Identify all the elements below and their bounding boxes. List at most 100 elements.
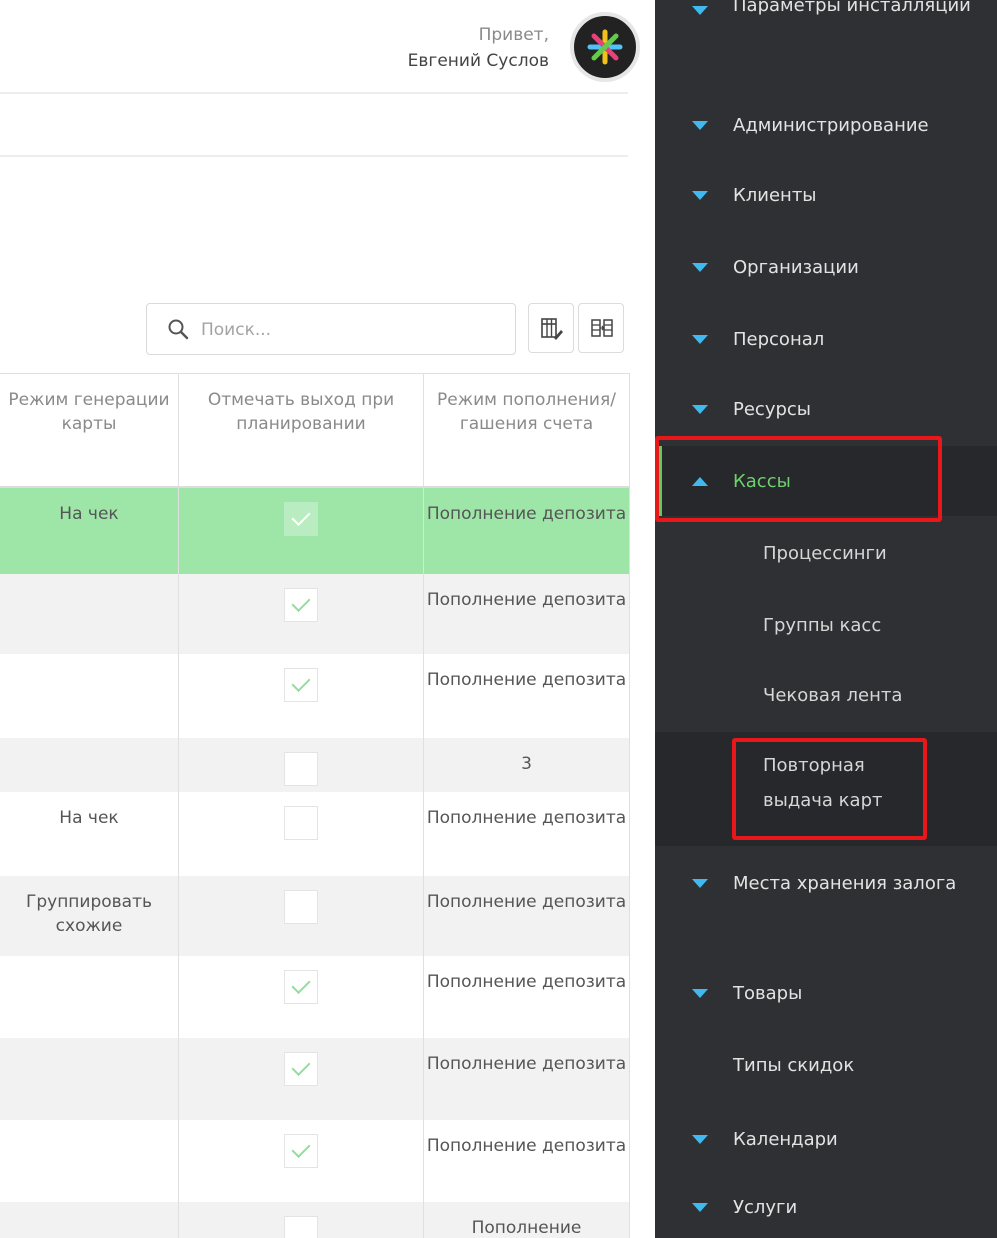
- mark-exit-cell: [178, 1202, 423, 1238]
- sidebar-item[interactable]: Организации: [655, 242, 997, 292]
- content-area: Привет, Евгений Суслов Поиск... Режим ге…: [0, 0, 655, 1238]
- table-header: Режим генерации карты Отмечать выход при…: [0, 373, 630, 488]
- greeting-text: Привет,: [478, 25, 549, 45]
- account-mode-cell: Пополнение депозита: [423, 488, 630, 574]
- highlight-kassy: [655, 436, 942, 522]
- sidebar-item[interactable]: Ресурсы: [655, 384, 997, 434]
- user-name: Евгений Суслов: [407, 51, 549, 71]
- caret-down-icon: [692, 335, 708, 344]
- checkbox-checked[interactable]: [284, 668, 318, 702]
- checkbox-unchecked[interactable]: [284, 806, 318, 840]
- table-row[interactable]: Пополнение: [0, 1202, 630, 1238]
- card-mode-cell: На чек: [59, 504, 119, 524]
- sidebar-item[interactable]: Календари: [655, 1112, 997, 1166]
- sidebar-item[interactable]: Места хранения залога: [655, 862, 997, 952]
- sidebar-item-label: Места хранения залога: [733, 873, 957, 894]
- account-mode-cell: Пополнение депозита: [423, 792, 630, 876]
- sidebar-subitem-label: Чековая лента: [763, 685, 903, 706]
- checkbox-checked[interactable]: [284, 970, 318, 1004]
- card-mode-cell: [0, 574, 178, 654]
- sidebar-item[interactable]: Администрирование: [655, 100, 997, 150]
- card-mode-cell: [0, 654, 178, 738]
- avatar[interactable]: [570, 12, 640, 82]
- sidebar-subitem-label: Группы касс: [763, 615, 882, 636]
- sidebar-item[interactable]: Товары: [655, 966, 997, 1020]
- account-mode-cell: Пополнение депозита: [423, 1038, 630, 1120]
- caret-down-icon: [692, 6, 708, 15]
- sidebar-subitem-label: Процессинги: [763, 543, 887, 564]
- checkbox-checked[interactable]: [284, 502, 318, 536]
- account-mode-cell: Пополнение: [423, 1202, 630, 1238]
- checkbox-unchecked[interactable]: [284, 890, 318, 924]
- sidebar-subitem[interactable]: Группы касс: [655, 590, 997, 660]
- sidebar-item-label: Календари: [733, 1129, 838, 1150]
- checkbox-checked[interactable]: [284, 1052, 318, 1086]
- caret-down-icon: [692, 1135, 708, 1144]
- table-row[interactable]: Пополнение депозита: [0, 654, 630, 738]
- table-row[interactable]: Группировать схожие Пополнение депозита: [0, 876, 630, 956]
- card-mode-cell: [0, 1202, 178, 1238]
- card-mode-cell: Группировать схожие: [25, 892, 153, 936]
- sidebar-item[interactable]: Параметры инсталляции: [655, 0, 997, 60]
- card-mode-cell: [0, 738, 178, 792]
- sidebar-item[interactable]: Персонал: [655, 314, 997, 364]
- table-row[interactable]: Пополнение депозита: [0, 956, 630, 1038]
- toolbar-divider: [0, 155, 628, 157]
- account-mode-cell: Пополнение депозита: [423, 876, 630, 956]
- columns-button[interactable]: [528, 303, 574, 353]
- mark-exit-cell: [178, 792, 423, 876]
- table-row[interactable]: Пополнение депозита: [0, 1120, 630, 1202]
- sidebar-subitem[interactable]: Чековая лента: [655, 660, 997, 732]
- sidebar-item[interactable]: Типы скидок: [655, 1038, 997, 1092]
- mark-exit-cell: [178, 488, 423, 574]
- account-mode-cell: Пополнение депозита: [423, 956, 630, 1038]
- checkbox-checked[interactable]: [284, 1134, 318, 1168]
- sidebar-item-label: Администрирование: [733, 115, 929, 136]
- mark-exit-cell: [178, 1120, 423, 1202]
- table-row[interactable]: На чек Пополнение депозита: [0, 488, 630, 574]
- search-icon: [168, 319, 189, 340]
- caret-down-icon: [692, 191, 708, 200]
- column-header[interactable]: Режим пополнения/ гашения счета: [423, 374, 630, 486]
- mark-exit-cell: [178, 654, 423, 738]
- sidebar-subitem[interactable]: Процессинги: [655, 518, 997, 590]
- checkbox-unchecked[interactable]: [284, 752, 318, 786]
- sidebar-item-label: Ресурсы: [733, 399, 812, 420]
- sidebar-item[interactable]: Услуги: [655, 1180, 997, 1234]
- table-body: На чек Пополнение депозита Пополнение депо…: [0, 488, 630, 1238]
- sidebar-item-label: Клиенты: [733, 185, 817, 206]
- export-button[interactable]: [578, 303, 624, 353]
- caret-down-icon: [692, 263, 708, 272]
- logo-icon: [587, 29, 623, 65]
- mark-exit-cell: [178, 574, 423, 654]
- sidebar-item-label: Типы скидок: [733, 1055, 855, 1076]
- account-mode-cell: 3: [423, 738, 630, 792]
- column-header[interactable]: Отмечать выход при планировании: [178, 374, 423, 486]
- search-input[interactable]: [199, 314, 503, 346]
- caret-down-icon: [692, 879, 708, 888]
- mark-exit-cell: [178, 738, 423, 792]
- card-mode-cell: [0, 956, 178, 1038]
- table-row[interactable]: Пополнение депозита: [0, 1038, 630, 1120]
- search-box[interactable]: [146, 303, 516, 355]
- table-row[interactable]: 3: [0, 738, 630, 792]
- sidebar-item[interactable]: Клиенты: [655, 170, 997, 220]
- checkbox-unchecked[interactable]: [284, 1216, 318, 1238]
- sidebar-item-label: Параметры инсталляции: [733, 0, 971, 16]
- card-mode-cell: [0, 1038, 178, 1120]
- table-row[interactable]: На чек Пополнение депозита: [0, 792, 630, 876]
- sidebar-item-label: Организации: [733, 257, 859, 278]
- column-header[interactable]: Режим генерации карты: [0, 374, 178, 486]
- card-mode-cell: На чек: [59, 808, 119, 828]
- account-mode-cell: Пополнение депозита: [423, 1120, 630, 1202]
- data-table: Режим генерации карты Отмечать выход при…: [0, 373, 630, 1238]
- mark-exit-cell: [178, 876, 423, 956]
- table-row[interactable]: Пополнение депозита: [0, 574, 630, 654]
- mark-exit-cell: [178, 1038, 423, 1120]
- user-greeting: Привет, Евгений Суслов: [408, 22, 549, 74]
- checkbox-checked[interactable]: [284, 588, 318, 622]
- card-mode-cell: [0, 1120, 178, 1202]
- caret-down-icon: [692, 989, 708, 998]
- sidebar-item-label: Персонал: [733, 329, 825, 350]
- caret-down-icon: [692, 121, 708, 130]
